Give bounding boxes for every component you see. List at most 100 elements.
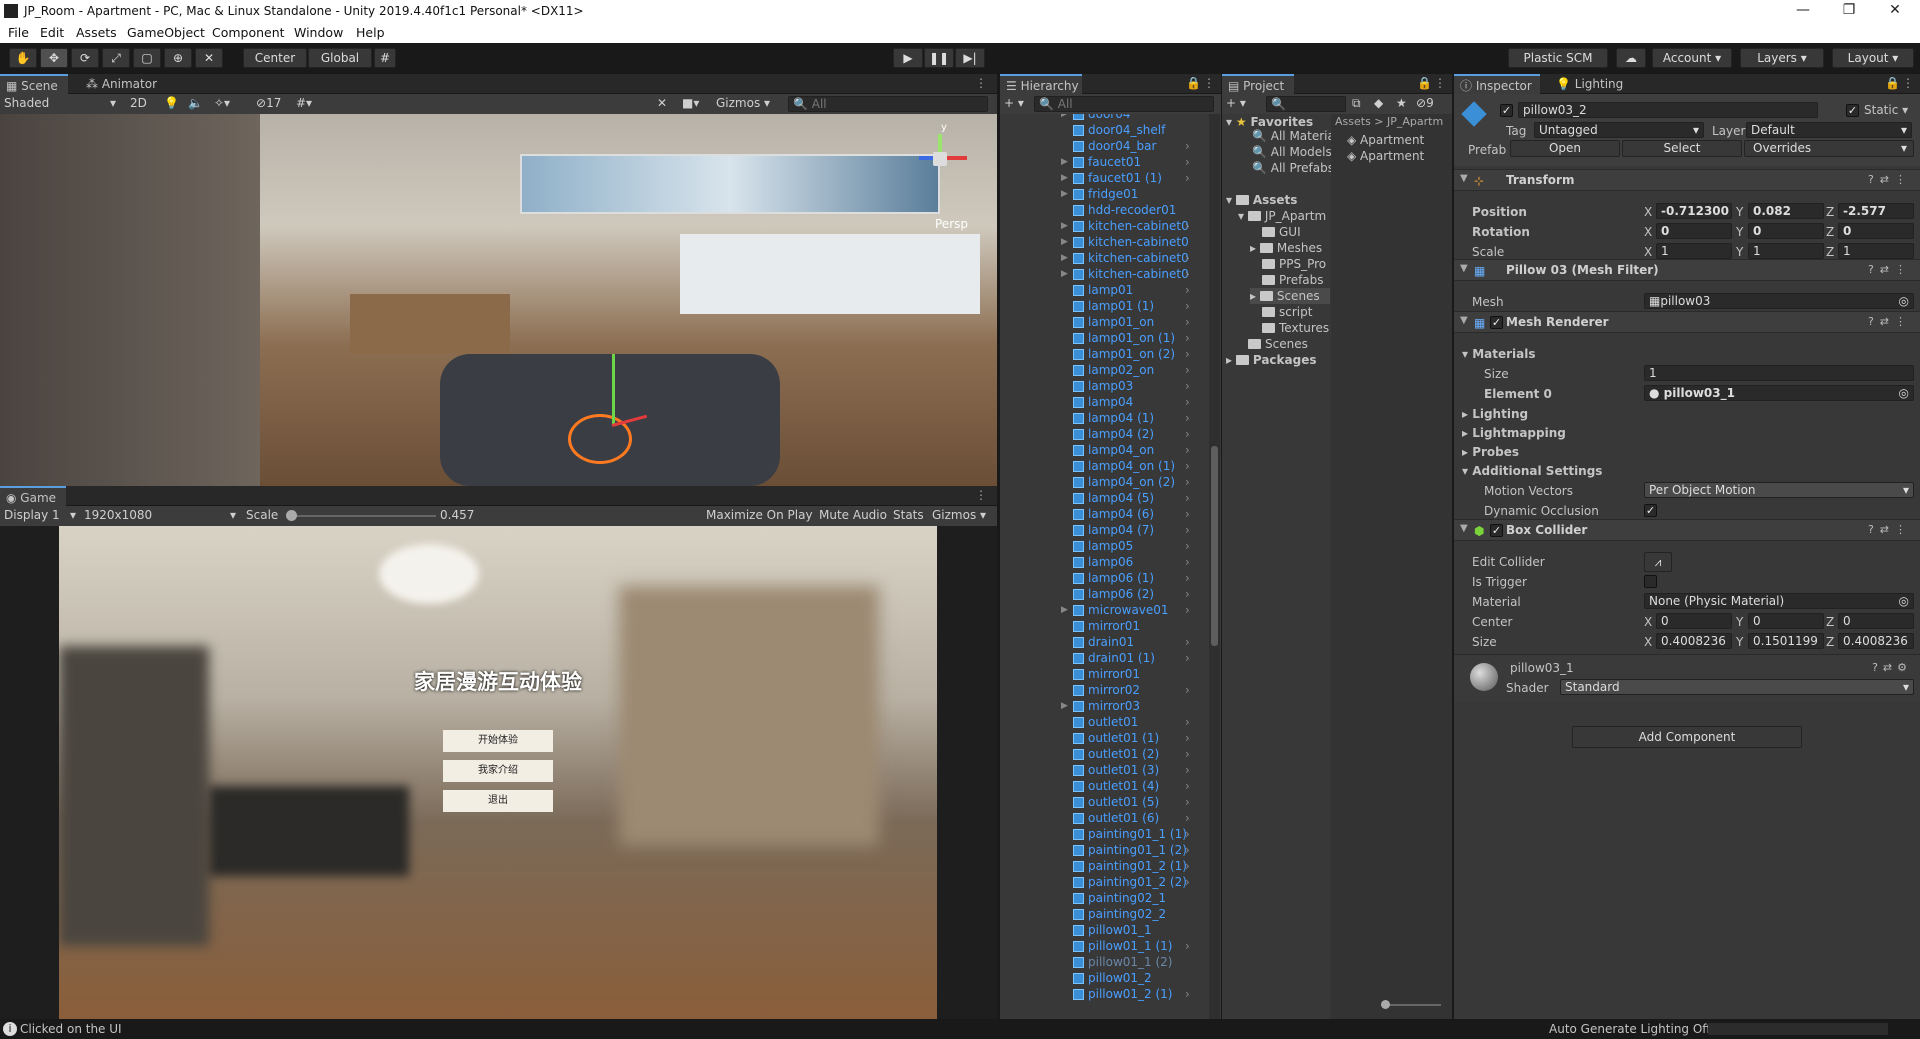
axis-y-label[interactable]: Y [1736,615,1743,629]
pause-button[interactable]: ❚❚ [924,48,954,68]
hierarchy-item[interactable]: ▶ microwave01 › [1061,602,1190,618]
scene-orientation-gizmo[interactable]: y [905,122,975,204]
hierarchy-item[interactable]: ▶ faucet01 › [1061,154,1190,170]
hierarchy-item[interactable]: lamp06 › [1073,554,1190,570]
tab-game[interactable]: ◉ Game [0,486,66,506]
shading-dropdown[interactable]: Shaded ▾ [4,94,116,112]
play-button[interactable]: ▶ [893,48,923,68]
transform-pos-x-field[interactable]: -0.712300 [1656,203,1732,219]
active-checkbox[interactable]: ✓ [1500,104,1513,117]
hierarchy-item[interactable]: lamp04 › [1073,394,1190,410]
open-prefab-chevron-icon[interactable]: › [1185,506,1190,522]
packages-node[interactable]: ▸ Packages [1226,352,1316,368]
hierarchy-item[interactable]: outlet01 (4) › [1073,778,1190,794]
project-subfolder[interactable]: PPS_Pro [1262,256,1326,272]
open-prefab-chevron-icon[interactable]: › [1185,650,1190,666]
edit-collider-button[interactable]: ⩘ [1644,552,1672,572]
project-subfolder[interactable]: ▸ Scenes [1250,288,1330,304]
open-prefab-chevron-icon[interactable]: › [1185,410,1190,426]
open-prefab-chevron-icon[interactable]: › [1185,778,1190,794]
global-toggle[interactable]: Global [308,48,372,68]
hierarchy-item[interactable]: pillow01_1 [1073,922,1152,938]
hierarchy-item[interactable]: painting01_1 (1) › [1073,826,1190,842]
transform-pos-z-field[interactable]: -2.577 [1838,203,1914,219]
exit-button[interactable]: 退出 [443,790,553,812]
hierarchy-item[interactable]: lamp04 (5) › [1073,490,1190,506]
axis-y-label[interactable]: Y [1736,245,1743,259]
mute-audio-toggle[interactable]: Mute Audio [819,506,887,524]
search-by-type-icon[interactable]: ⧉ [1352,94,1361,112]
hierarchy-item[interactable]: pillow01_1 (1) › [1073,938,1190,954]
transform-scl-x-field[interactable]: 1 [1656,243,1732,259]
materials-foldout[interactable]: ▾ Materials [1462,347,1536,361]
expand-arrow-icon[interactable]: ▶ [1061,266,1068,282]
minimize-button[interactable]: — [1783,2,1823,21]
hierarchy-item[interactable]: lamp01_on › [1073,314,1190,330]
static-checkbox[interactable]: ✓ [1846,104,1859,117]
axis-z-label[interactable]: Z [1826,225,1834,239]
open-prefab-chevron-icon[interactable]: › [1185,938,1190,954]
axis-y-label[interactable]: Y [1736,225,1743,239]
hierarchy-item[interactable]: mirror02 › [1073,682,1190,698]
open-prefab-chevron-icon[interactable]: › [1185,458,1190,474]
transform-tool-icon[interactable]: ⊕ [164,48,192,68]
collider-center-y-field[interactable]: 0 [1748,613,1824,629]
hierarchy-item[interactable]: painting01_1 (2) › [1073,842,1190,858]
hierarchy-item[interactable]: ▶ kitchen-cabinet0 › [1061,266,1190,282]
layers-dropdown[interactable]: Layers ▾ [1740,48,1824,68]
hierarchy-item[interactable]: lamp01_on (2) › [1073,346,1190,362]
is-trigger-checkbox[interactable] [1644,575,1657,588]
transform-scl-y-field[interactable]: 1 [1748,243,1824,259]
hierarchy-item[interactable]: lamp03 › [1073,378,1190,394]
project-subfolder[interactable]: ▸ Meshes [1250,240,1322,256]
assets-node[interactable]: ▾ Assets [1226,192,1297,208]
hierarchy-item[interactable]: mirror01 [1073,618,1140,634]
hierarchy-item[interactable]: pillow01_2 [1073,970,1152,986]
fav-all-materials[interactable]: 🔍 All Materia [1252,128,1335,144]
hierarchy-item[interactable]: painting02_2 [1073,906,1166,922]
menu-assets[interactable]: Assets [76,25,117,40]
maximize-button[interactable]: ❐ [1829,2,1869,21]
tab-inspector[interactable]: ⓘ Inspector [1454,74,1540,94]
hierarchy-item[interactable]: ▶ kitchen-cabinet0 › [1061,250,1190,266]
layout-dropdown[interactable]: Layout ▾ [1832,48,1914,68]
hierarchy-item[interactable]: painting01_2 (2) › [1073,874,1190,890]
open-prefab-chevron-icon[interactable]: › [1185,842,1190,858]
tab-lighting[interactable]: 💡 Lighting [1550,74,1623,94]
mode-2d-toggle[interactable]: 2D [130,94,147,112]
open-prefab-chevron-icon[interactable]: › [1185,714,1190,730]
resolution-dropdown[interactable]: 1920x1080 ▾ [84,506,236,524]
hierarchy-item[interactable]: lamp04 (1) › [1073,410,1190,426]
hierarchy-item[interactable]: pillow01_2 (1) › [1073,986,1190,1002]
expand-arrow-icon[interactable]: ▶ [1061,250,1068,266]
close-button[interactable]: ✕ [1875,2,1915,21]
add-component-button[interactable]: Add Component [1572,726,1802,748]
open-prefab-chevron-icon[interactable]: › [1185,362,1190,378]
axis-x-label[interactable]: X [1644,205,1652,219]
axis-z-label[interactable]: Z [1826,205,1834,219]
component-controls-icon[interactable]: ?⇄⋮ [1868,523,1912,536]
hierarchy-item[interactable]: ▶ kitchen-cabinet0 › [1061,218,1190,234]
hierarchy-item[interactable]: door04_shelf [1073,122,1165,138]
transform-rot-x-field[interactable]: 0 [1656,223,1732,239]
open-prefab-chevron-icon[interactable]: › [1185,746,1190,762]
project-subfolder[interactable]: Textures [1262,320,1329,336]
open-prefab-chevron-icon[interactable]: › [1185,874,1190,890]
open-prefab-chevron-icon[interactable]: › [1185,426,1190,442]
open-prefab-chevron-icon[interactable]: › [1185,682,1190,698]
hierarchy-item[interactable]: lamp01 › [1073,282,1190,298]
inspector-menu-icon[interactable]: ⋮ [1902,76,1914,90]
persp-label[interactable]: Persp [935,217,968,231]
open-prefab-chevron-icon[interactable]: › [1185,266,1190,282]
open-prefab-chevron-icon[interactable]: › [1185,442,1190,458]
hierarchy-item[interactable]: lamp06 (2) › [1073,586,1190,602]
open-prefab-chevron-icon[interactable]: › [1185,314,1190,330]
hidden-packages-icon[interactable]: ⊘9 [1416,94,1434,112]
axis-y-label[interactable]: Y [1736,205,1743,219]
open-prefab-chevron-icon[interactable]: › [1185,986,1190,1002]
transform-rot-z-field[interactable]: 0 [1838,223,1914,239]
expand-arrow-icon[interactable]: ▶ [1061,698,1068,714]
hierarchy-item[interactable]: drain01 (1) › [1073,650,1190,666]
hierarchy-scrollbar[interactable] [1209,114,1220,1019]
fav-all-prefabs[interactable]: 🔍 All Prefabs [1252,160,1334,176]
